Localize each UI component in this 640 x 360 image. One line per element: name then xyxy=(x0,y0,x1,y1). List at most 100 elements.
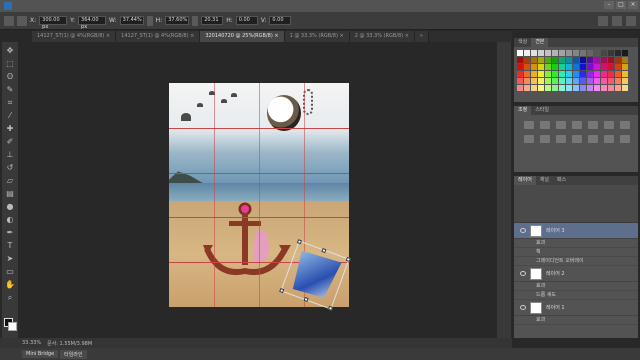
color-swatch[interactable] xyxy=(559,85,565,91)
tab-color[interactable]: 색상 xyxy=(514,38,531,47)
color-swatch[interactable] xyxy=(601,57,607,63)
color-swatch[interactable] xyxy=(566,78,572,84)
color-swatch[interactable] xyxy=(566,85,572,91)
color-swatch[interactable] xyxy=(622,85,628,91)
color-balance-icon[interactable] xyxy=(620,121,630,129)
color-swatch[interactable] xyxy=(608,50,614,56)
color-swatch[interactable] xyxy=(615,78,621,84)
color-swatch[interactable] xyxy=(573,64,579,70)
layer-row[interactable]: 레이어 3 xyxy=(514,223,638,239)
levels-icon[interactable] xyxy=(540,121,550,129)
maximize-icon[interactable]: □ xyxy=(616,1,626,9)
color-swatch[interactable] xyxy=(538,85,544,91)
history-brush-icon[interactable]: ↺ xyxy=(5,163,15,173)
eyedropper-tool-icon[interactable]: ⁄ xyxy=(5,111,15,121)
transform-handle[interactable] xyxy=(327,305,334,311)
color-swatch[interactable] xyxy=(615,85,621,91)
gradient-tool-icon[interactable]: ▤ xyxy=(5,189,15,199)
visibility-eye-icon[interactable] xyxy=(520,305,526,310)
color-swatch[interactable] xyxy=(524,85,530,91)
color-swatch[interactable] xyxy=(517,57,523,63)
color-swatch[interactable] xyxy=(538,71,544,77)
color-swatch[interactable] xyxy=(601,64,607,70)
stamp-tool-icon[interactable]: ⊥ xyxy=(5,150,15,160)
visibility-eye-icon[interactable] xyxy=(520,271,526,276)
color-swatch[interactable] xyxy=(531,85,537,91)
threshold-icon[interactable] xyxy=(604,135,614,143)
tab-channels[interactable]: 채널 xyxy=(536,176,553,185)
cancel-transform-icon[interactable] xyxy=(612,16,622,26)
color-swatch[interactable] xyxy=(601,78,607,84)
marquee-tool-icon[interactable]: ⬚ xyxy=(5,59,15,69)
color-swatch[interactable] xyxy=(608,57,614,63)
visibility-eye-icon[interactable] xyxy=(520,228,526,233)
crop-tool-icon[interactable]: ⌗ xyxy=(5,98,15,108)
color-swatch[interactable] xyxy=(587,78,593,84)
blur-tool-icon[interactable]: ● xyxy=(5,202,15,212)
color-swatch[interactable] xyxy=(601,71,607,77)
tab-doc-3[interactable]: 320140720 @ 25%(RGB/8) × xyxy=(200,31,285,42)
color-swatch[interactable] xyxy=(594,85,600,91)
color-swatch[interactable] xyxy=(580,64,586,70)
color-swatch[interactable] xyxy=(545,85,551,91)
color-swatch[interactable] xyxy=(594,50,600,56)
color-swatch[interactable] xyxy=(587,57,593,63)
tab-layers[interactable]: 레이어 xyxy=(514,176,536,185)
invert-icon[interactable] xyxy=(572,135,582,143)
transform-handle[interactable] xyxy=(296,239,303,245)
tab-mini-bridge[interactable]: Mini Bridge xyxy=(22,350,59,358)
tab-timeline[interactable]: 타임라인 xyxy=(60,349,87,359)
layer-row[interactable]: 레이어 2 xyxy=(514,266,638,282)
exposure-icon[interactable] xyxy=(572,121,582,129)
color-swatch[interactable] xyxy=(524,57,530,63)
transform-handle[interactable] xyxy=(303,296,309,302)
eraser-tool-icon[interactable]: ▱ xyxy=(5,176,15,186)
tab-doc-5[interactable]: 2 @ 33.3% (RGB/8) × xyxy=(349,31,415,42)
posterize-icon[interactable] xyxy=(588,135,598,143)
gradient-map-icon[interactable] xyxy=(620,135,630,143)
color-swatch[interactable] xyxy=(580,57,586,63)
hand-tool-icon[interactable]: ✋ xyxy=(5,280,15,290)
color-swatch[interactable] xyxy=(580,50,586,56)
color-swatch[interactable] xyxy=(573,57,579,63)
color-swatch[interactable] xyxy=(517,50,523,56)
color-swatch[interactable] xyxy=(601,50,607,56)
tab-paths[interactable]: 패스 xyxy=(553,176,570,185)
color-swatch[interactable] xyxy=(552,78,558,84)
color-swatch[interactable] xyxy=(545,71,551,77)
brightness-icon[interactable] xyxy=(524,121,534,129)
y-field[interactable]: 364.00 px xyxy=(78,16,107,30)
color-swatch[interactable] xyxy=(608,71,614,77)
color-swatch[interactable] xyxy=(587,71,593,77)
tab-doc-4[interactable]: 1 @ 33.3% (RGB/8) × xyxy=(284,31,350,42)
move-tool-preset-icon[interactable] xyxy=(4,15,14,26)
v-skew-field[interactable]: 0.00 xyxy=(269,16,292,25)
color-swatch[interactable] xyxy=(517,64,523,70)
quick-select-tool-icon[interactable]: ✎ xyxy=(5,85,15,95)
x-field[interactable]: 300.00 px xyxy=(39,16,68,30)
color-swatch[interactable] xyxy=(573,78,579,84)
color-swatch[interactable] xyxy=(622,78,628,84)
color-swatch[interactable] xyxy=(608,85,614,91)
close-icon[interactable]: × xyxy=(628,1,638,9)
transform-handle[interactable] xyxy=(321,248,327,254)
move-tool-icon[interactable]: ✥ xyxy=(5,46,15,56)
color-swatch[interactable] xyxy=(559,57,565,63)
color-swatch[interactable] xyxy=(552,85,558,91)
color-swatch[interactable] xyxy=(545,50,551,56)
zoom-level[interactable]: 33.33% xyxy=(22,340,41,346)
color-swatch[interactable] xyxy=(594,71,600,77)
color-swatch[interactable] xyxy=(615,57,621,63)
height-field[interactable]: 37.60% xyxy=(165,16,190,25)
color-swatch[interactable] xyxy=(580,78,586,84)
color-swatch[interactable] xyxy=(594,57,600,63)
color-swatch[interactable] xyxy=(601,85,607,91)
color-swatch[interactable] xyxy=(608,64,614,70)
angle-field[interactable]: 20.31 xyxy=(201,16,224,25)
transform-handle[interactable] xyxy=(279,287,285,294)
color-swatch[interactable] xyxy=(517,85,523,91)
layer-row[interactable]: 레이어 1 xyxy=(514,300,638,316)
tab-doc-2[interactable]: 14127_ST(1) @ 4%(RGB/8) × xyxy=(116,31,201,42)
background-color-swatch[interactable] xyxy=(8,322,17,331)
curves-icon[interactable] xyxy=(556,121,566,129)
